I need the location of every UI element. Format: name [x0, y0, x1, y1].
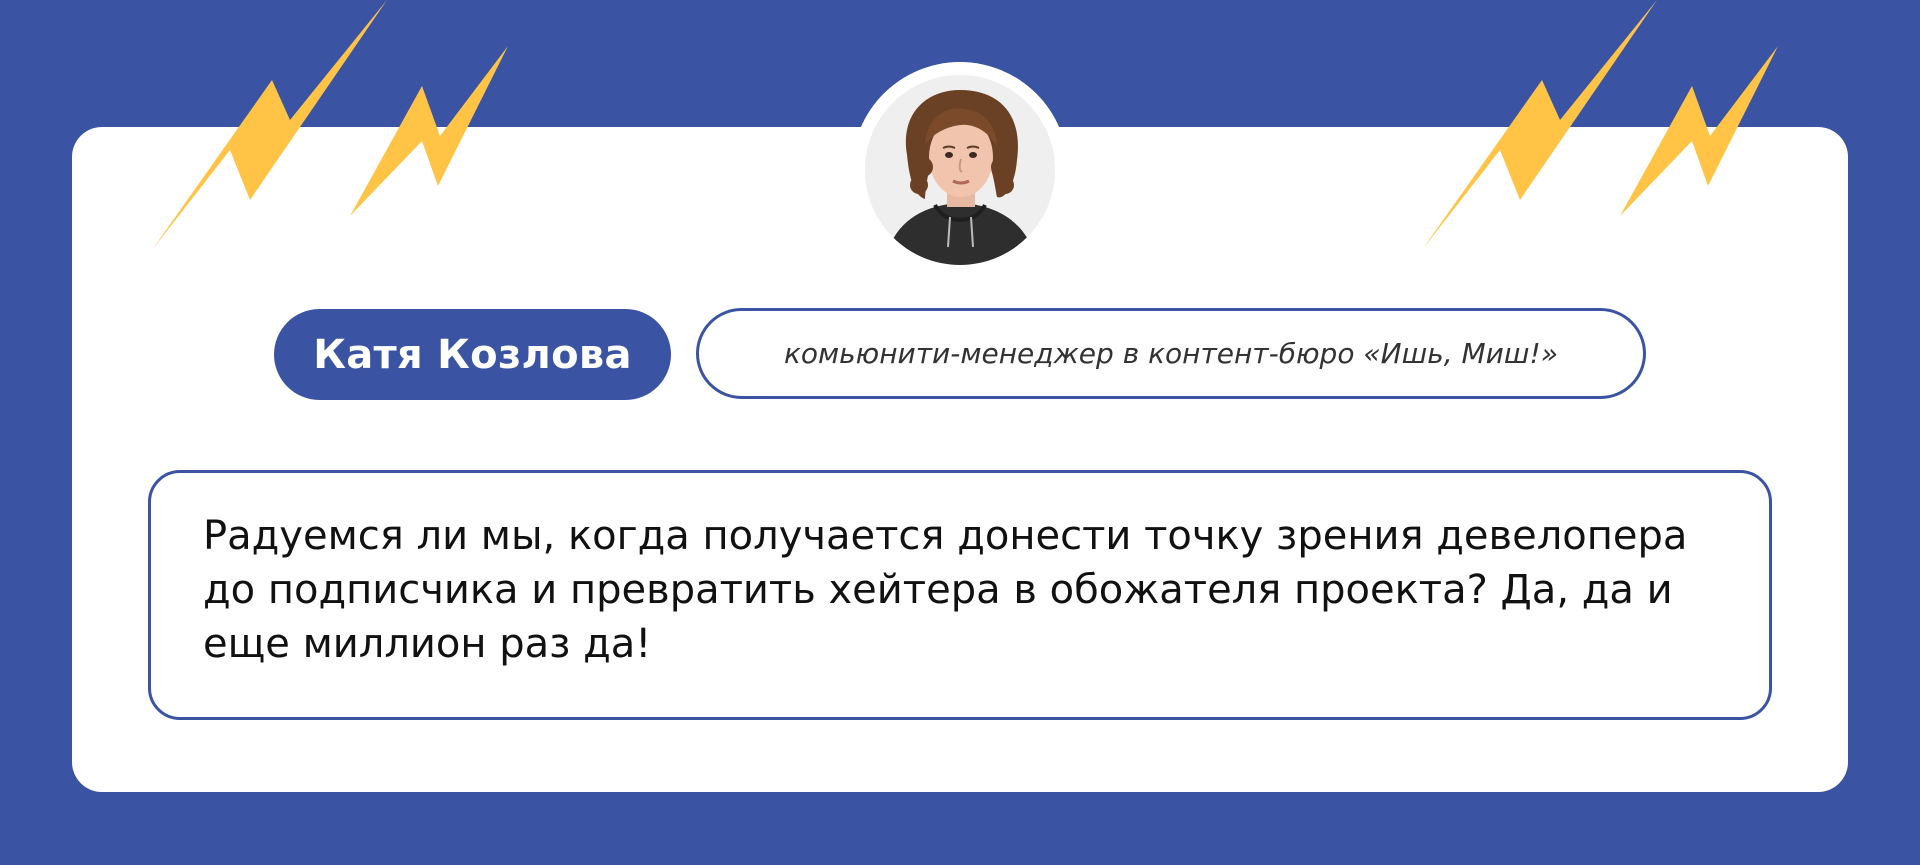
person-role: комьюнити-менеджер в контент-бюро «Ишь, … — [783, 337, 1558, 370]
person-name-badge: Катя Козлова — [274, 309, 671, 400]
lightning-icon — [350, 46, 508, 216]
quote-box: Радуемся ли мы, когда получается донести… — [148, 470, 1772, 720]
avatar — [865, 75, 1055, 265]
quote-text: Радуемся ли мы, когда получается донести… — [203, 513, 1688, 667]
person-role-badge: комьюнити-менеджер в контент-бюро «Ишь, … — [696, 308, 1646, 399]
portrait-photo — [865, 75, 1055, 265]
lightning-icon — [1620, 46, 1778, 216]
person-name: Катя Козлова — [313, 331, 632, 378]
quote-banner: Катя Козлова комьюнити-менеджер в контен… — [0, 0, 1920, 865]
